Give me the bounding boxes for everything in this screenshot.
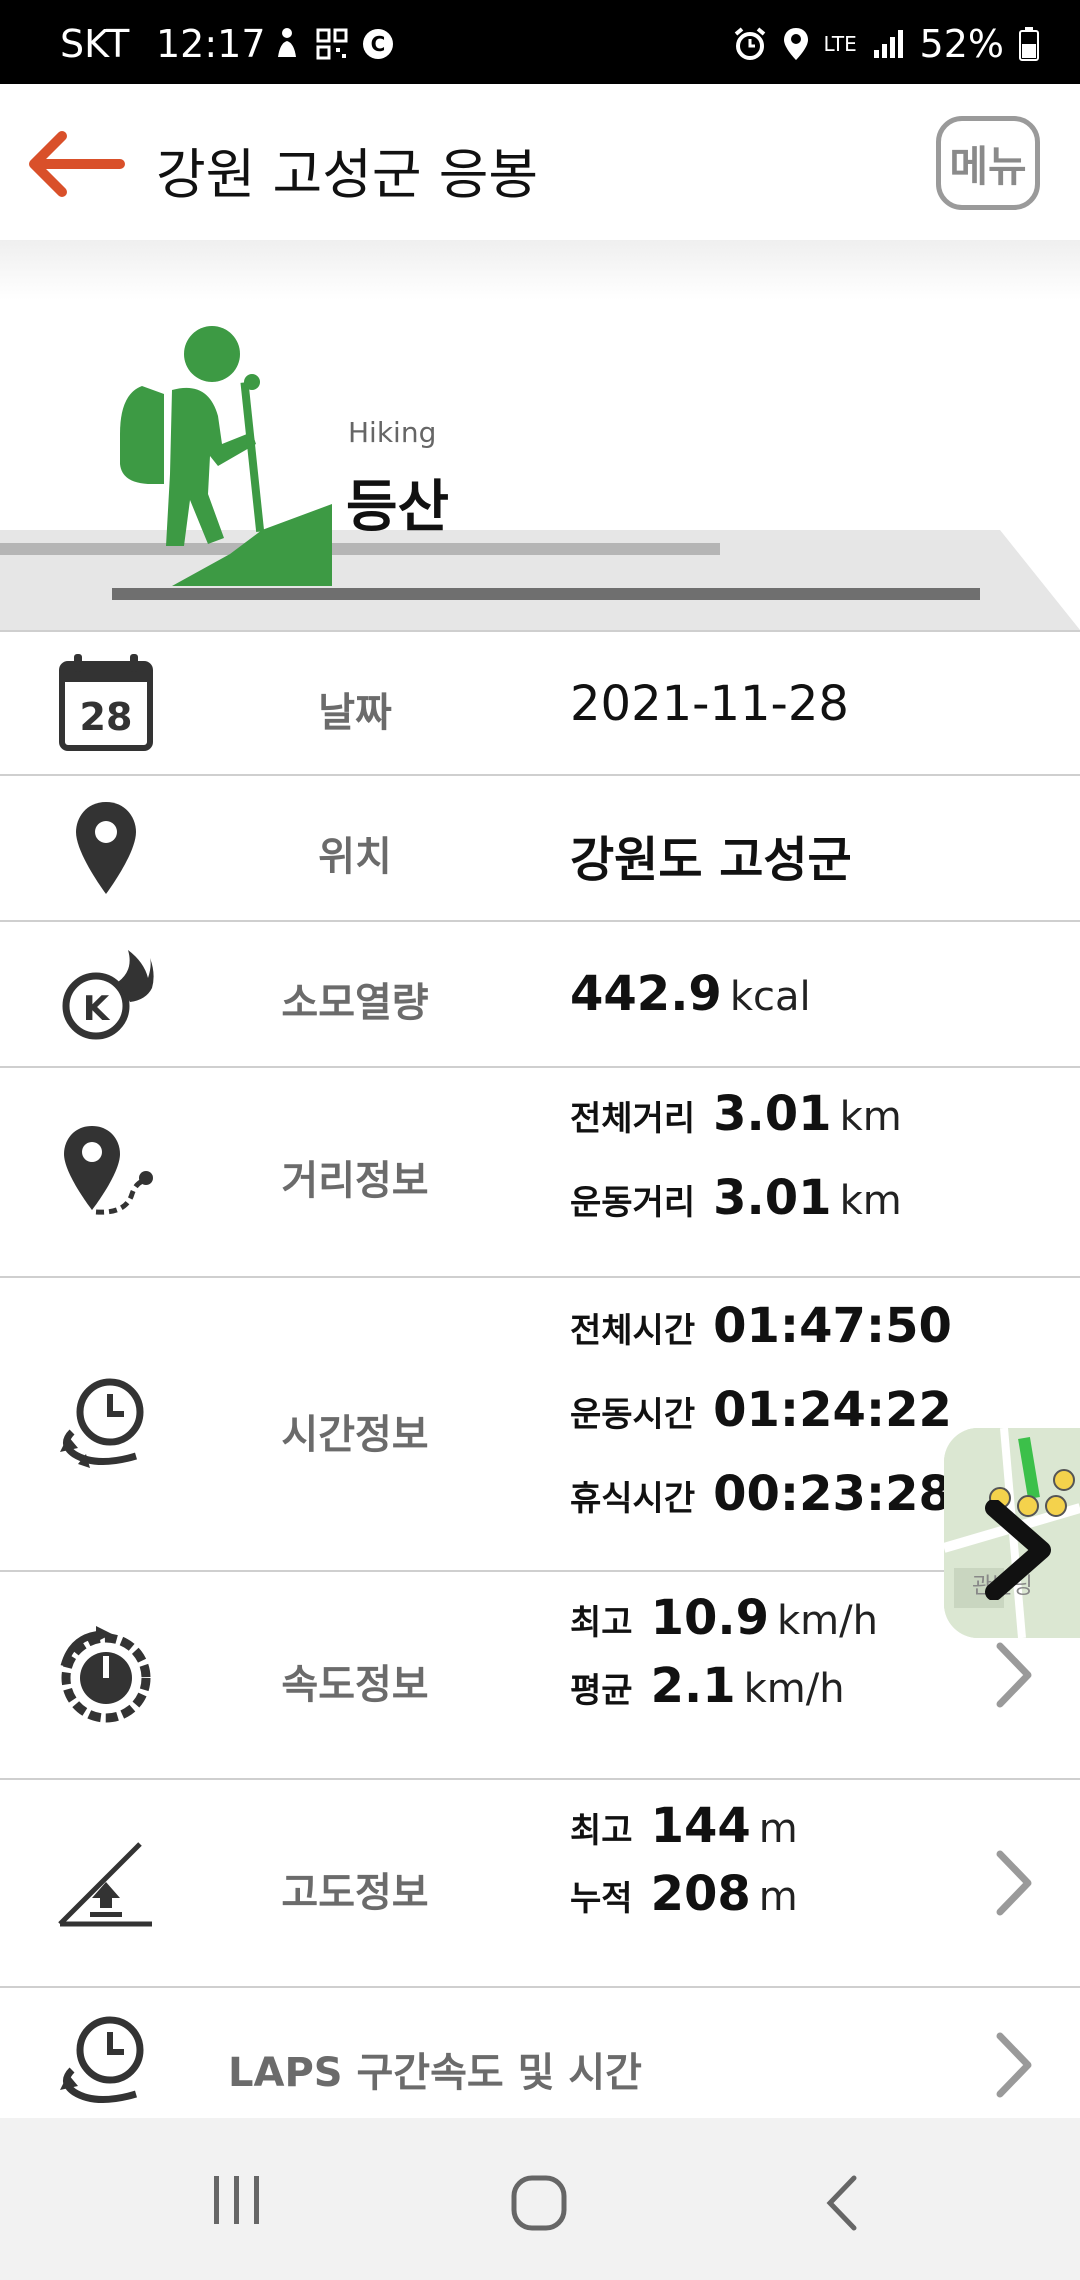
- location-pin-icon: [76, 802, 136, 894]
- distance-row: 거리정보 전체거리 3.01 km 운동거리 3.01 km: [0, 1068, 1080, 1278]
- battery-icon: [1019, 27, 1039, 61]
- app-bar: 강원 고성군 응봉 메뉴: [0, 84, 1080, 240]
- exercise-distance: 운동거리 3.01 km: [570, 1170, 902, 1254]
- location-value: 강원도 고성군: [570, 832, 852, 888]
- time-label: 시간정보: [281, 1412, 429, 1458]
- altitude-icon: [58, 1842, 152, 1927]
- signal-icon: [873, 30, 903, 58]
- total-distance-label: 전체거리: [570, 1099, 696, 1139]
- exercise-time-value: 01:24:22: [713, 1382, 952, 1438]
- page-title: 강원 고성군 응봉: [156, 143, 539, 206]
- calendar-day: 28: [80, 695, 133, 739]
- max-altitude-value: 144: [650, 1798, 751, 1854]
- battery-percent: 52%: [919, 22, 1004, 66]
- time-values: 전체시간 01:47:50 운동시간 01:24:22 휴식시간 00:23:2…: [570, 1298, 952, 1550]
- system-nav-bar: [0, 2118, 1080, 2280]
- chevron-right-icon[interactable]: [992, 2030, 1036, 2100]
- back-nav-icon[interactable]: [820, 2174, 864, 2232]
- laps-clock-icon: [60, 2016, 144, 2104]
- speed-values: 최고 10.9 km/h 평균 2.1 km/h: [570, 1590, 878, 1726]
- calories-value: 442.9: [570, 966, 722, 1022]
- rest-time-label: 휴식시간: [570, 1479, 696, 1519]
- speedometer-icon: [60, 1626, 151, 1723]
- altitude-row[interactable]: 고도정보 최고 144 m 누적 208 m: [0, 1780, 1080, 1988]
- activity-hero: Hiking 등산: [0, 240, 1080, 630]
- cum-altitude: 누적 208 m: [570, 1866, 798, 1934]
- cum-altitude-value: 208: [650, 1866, 751, 1922]
- distance-values: 전체거리 3.01 km 운동거리 3.01 km: [570, 1086, 902, 1254]
- max-speed-value: 10.9: [650, 1590, 769, 1646]
- total-time-value: 01:47:50: [713, 1298, 952, 1354]
- calories-unit: kcal: [729, 974, 811, 1020]
- exercise-distance-unit: km: [839, 1178, 902, 1224]
- route-pin-icon: [64, 1126, 153, 1215]
- speed-label: 속도정보: [281, 1662, 429, 1708]
- recent-apps-icon[interactable]: [210, 2174, 264, 2228]
- menu-button[interactable]: 메뉴: [936, 116, 1040, 210]
- cum-altitude-label: 누적: [570, 1879, 633, 1919]
- avg-speed-value: 2.1: [650, 1658, 736, 1714]
- carrier-label: SKT: [60, 22, 130, 66]
- calendar-icon: 28: [59, 654, 153, 751]
- clock-time: 12:17: [156, 22, 266, 66]
- qr-notification-icon: [316, 28, 348, 60]
- laps-row[interactable]: LAPS 구간속도 및 시간: [0, 1988, 1080, 2128]
- back-arrow-icon[interactable]: [26, 128, 126, 200]
- c-notification-icon: C: [363, 29, 393, 59]
- location-status-icon: [783, 28, 808, 60]
- system-icons: LTE 52%: [732, 22, 1040, 66]
- notification-icons: C: [272, 26, 394, 62]
- max-altitude-label: 최고: [570, 1811, 633, 1851]
- exercise-time-label: 운동시간: [570, 1395, 696, 1435]
- total-distance: 전체거리 3.01 km: [570, 1086, 902, 1170]
- max-speed-label: 최고: [570, 1603, 633, 1643]
- rest-time: 휴식시간 00:23:28: [570, 1466, 952, 1550]
- max-altitude-unit: m: [758, 1806, 798, 1852]
- max-speed-unit: km/h: [777, 1598, 878, 1644]
- time-row: 시간정보 전체시간 01:47:50 운동시간 01:24:22 휴식시간 00…: [0, 1278, 1080, 1572]
- speed-row[interactable]: 속도정보 최고 10.9 km/h 평균 2.1 km/h: [0, 1572, 1080, 1780]
- home-icon[interactable]: [510, 2174, 568, 2232]
- fitness-notification-icon: [278, 28, 296, 57]
- exercise-time: 운동시간 01:24:22: [570, 1382, 952, 1466]
- date-label: 날짜: [318, 690, 392, 736]
- network-type: LTE: [823, 32, 857, 56]
- rest-time-value: 00:23:28: [713, 1466, 952, 1522]
- cum-altitude-unit: m: [758, 1874, 798, 1920]
- calories-label: 소모열량: [281, 980, 429, 1026]
- avg-speed-label: 평균: [570, 1671, 633, 1711]
- chevron-right-icon[interactable]: [992, 1848, 1036, 1918]
- svg-text:C: C: [371, 32, 386, 56]
- status-bar: SKT 12:17 C LTE 52%: [0, 0, 1080, 84]
- chevron-right-icon[interactable]: [992, 1640, 1036, 1710]
- location-label: 위치: [318, 834, 392, 880]
- date-value: 2021-11-28: [570, 676, 849, 732]
- total-distance-value: 3.01: [713, 1086, 832, 1142]
- calories-row: K 소모열량 442.9 kcal: [0, 922, 1080, 1068]
- hiker-icon: [120, 326, 332, 586]
- altitude-values: 최고 144 m 누적 208 m: [570, 1798, 798, 1934]
- activity-title: 등산: [346, 475, 450, 540]
- alarm-icon: [734, 27, 765, 60]
- avg-speed: 평균 2.1 km/h: [570, 1658, 878, 1726]
- calorie-flame-icon: K: [62, 950, 154, 1040]
- date-row: 28 날짜 2021-11-28: [0, 630, 1080, 776]
- location-row: 위치 강원도 고성군: [0, 776, 1080, 922]
- svg-text:K: K: [83, 989, 111, 1029]
- calories-value-group: 442.9 kcal: [570, 966, 811, 1022]
- distance-label: 거리정보: [281, 1158, 429, 1204]
- exercise-distance-value: 3.01: [713, 1170, 832, 1226]
- exercise-distance-label: 운동거리: [570, 1183, 696, 1223]
- clock-loop-icon: [60, 1378, 144, 1468]
- total-distance-unit: km: [839, 1094, 902, 1140]
- total-time-label: 전체시간: [570, 1311, 696, 1351]
- avg-speed-unit: km/h: [743, 1666, 845, 1712]
- max-speed: 최고 10.9 km/h: [570, 1590, 878, 1658]
- max-altitude: 최고 144 m: [570, 1798, 798, 1866]
- laps-label: LAPS 구간속도 및 시간: [228, 2050, 642, 2096]
- altitude-label: 고도정보: [281, 1870, 429, 1916]
- total-time: 전체시간 01:47:50: [570, 1298, 952, 1382]
- map-open-arrow-icon[interactable]: [980, 1500, 1060, 1600]
- activity-subtitle: Hiking: [348, 416, 437, 449]
